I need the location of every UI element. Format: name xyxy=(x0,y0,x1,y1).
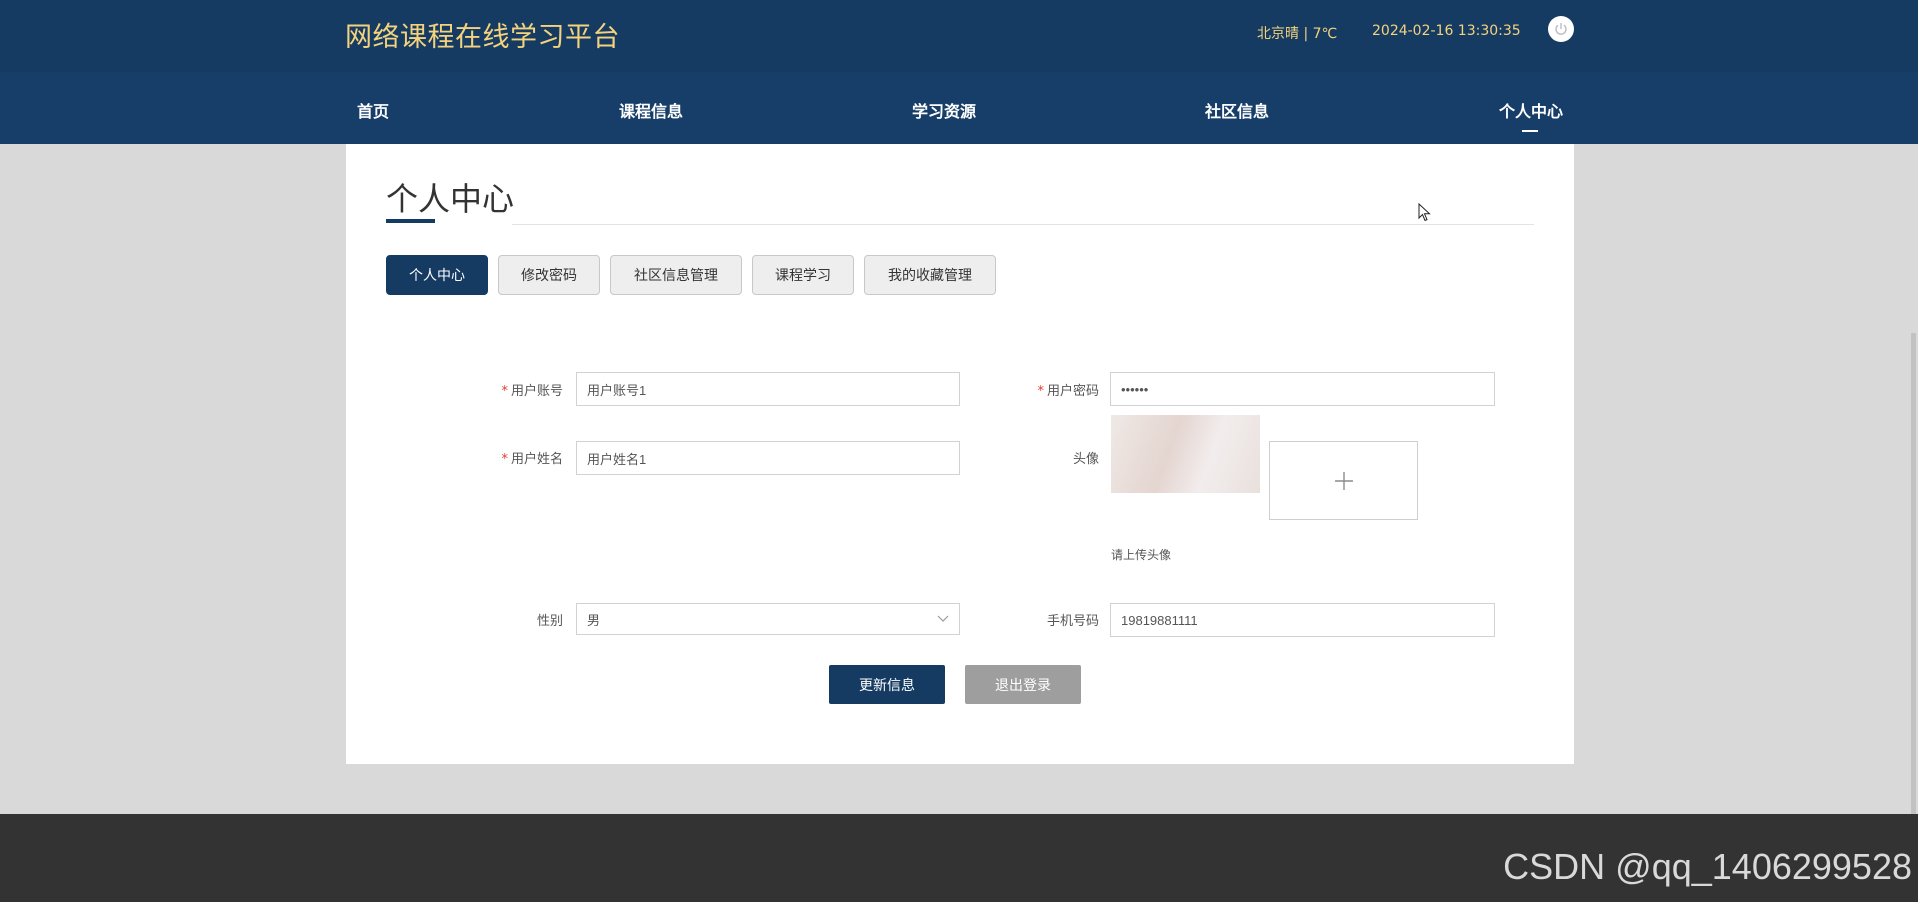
nav-learning-resources[interactable]: 学习资源 xyxy=(912,98,976,122)
gender-select[interactable]: 男 xyxy=(576,603,960,635)
phone-input[interactable]: 19819881111 xyxy=(1110,603,1495,637)
nav-home[interactable]: 首页 xyxy=(357,98,389,122)
name-input[interactable]: 用户姓名1 xyxy=(576,441,960,475)
top-bar xyxy=(0,0,1918,72)
power-button[interactable] xyxy=(1548,16,1574,42)
tab-favorites-management[interactable]: 我的收藏管理 xyxy=(864,255,996,295)
nav-course-info[interactable]: 课程信息 xyxy=(619,98,683,122)
datetime-display: 2024-02-16 13:30:35 xyxy=(1372,23,1521,39)
name-label: * 用户姓名 xyxy=(501,452,563,467)
account-input[interactable]: 用户账号1 xyxy=(576,372,960,406)
avatar-hint: 请上传头像 xyxy=(1111,548,1172,562)
nav-active-indicator xyxy=(1522,130,1538,132)
scrollbar-thumb[interactable] xyxy=(1911,333,1916,814)
mouse-cursor-icon xyxy=(1418,203,1431,222)
plus-icon xyxy=(1334,471,1353,490)
nav-community-info[interactable]: 社区信息 xyxy=(1205,98,1269,122)
nav-personal-center[interactable]: 个人中心 xyxy=(1499,98,1563,122)
avatar-label: 头像 xyxy=(1072,452,1099,467)
gender-label: 性别 xyxy=(536,614,563,629)
page-title: 个人中心 xyxy=(386,180,515,218)
title-divider xyxy=(512,224,1534,225)
title-underline xyxy=(386,219,435,223)
password-label: * 用户密码 xyxy=(1037,384,1099,399)
power-icon xyxy=(1555,23,1567,35)
weather-info: 北京晴 | 7℃ xyxy=(1257,26,1338,42)
phone-label: 手机号码 xyxy=(1046,614,1099,629)
password-input[interactable]: •••••• xyxy=(1110,372,1495,406)
update-info-button[interactable]: 更新信息 xyxy=(829,665,945,704)
logout-button[interactable]: 退出登录 xyxy=(965,665,1081,704)
gender-selected-value: 男 xyxy=(587,612,601,628)
avatar-image[interactable] xyxy=(1111,415,1260,493)
tab-change-password[interactable]: 修改密码 xyxy=(498,255,600,295)
tab-course-study[interactable]: 课程学习 xyxy=(752,255,854,295)
chevron-down-icon xyxy=(937,615,949,622)
account-label: * 用户账号 xyxy=(501,384,563,399)
site-title[interactable]: 网络课程在线学习平台 xyxy=(345,15,620,54)
avatar-upload-button[interactable] xyxy=(1269,441,1418,520)
watermark-text: CSDN @qq_1406299528 xyxy=(1503,846,1912,887)
tab-community-management[interactable]: 社区信息管理 xyxy=(610,255,742,295)
tab-personal-center[interactable]: 个人中心 xyxy=(386,255,488,295)
